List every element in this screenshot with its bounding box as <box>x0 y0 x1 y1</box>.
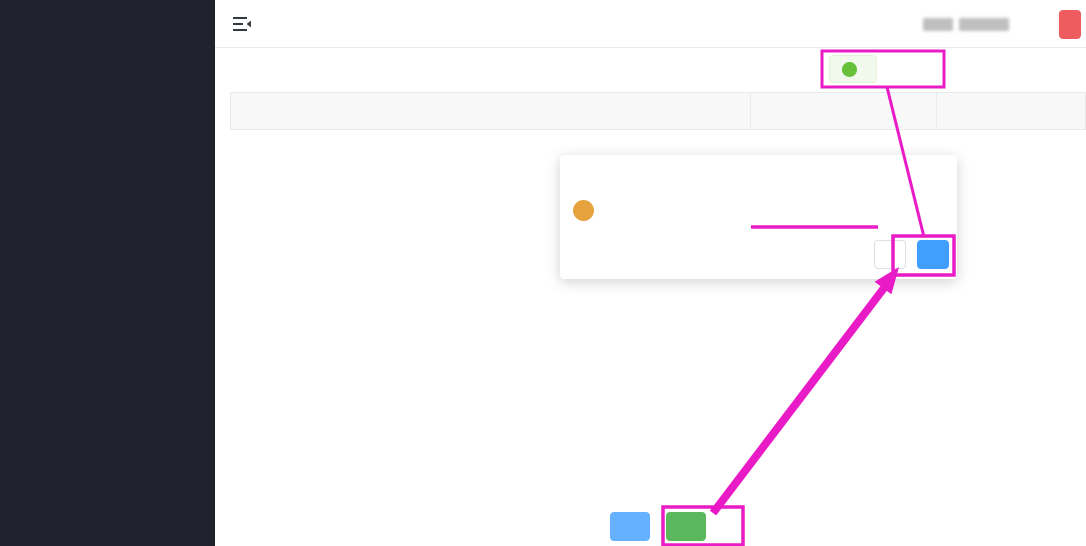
logout-button[interactable] <box>1059 10 1081 39</box>
column-header-select <box>937 93 1086 129</box>
save-button[interactable] <box>610 512 650 541</box>
bottom-actions <box>215 512 1086 541</box>
confirm-dialog <box>560 155 957 279</box>
cancel-button[interactable] <box>874 240 906 269</box>
confirm-button[interactable] <box>917 240 949 269</box>
table-header-row <box>230 93 1086 130</box>
breadcrumb <box>232 61 248 76</box>
check-circle-icon <box>842 62 857 77</box>
user-info <box>920 0 1012 48</box>
sidebar <box>0 0 215 546</box>
submit-button[interactable] <box>666 512 706 541</box>
top-header <box>215 0 1086 48</box>
app-title <box>0 0 215 11</box>
redacted-text <box>923 18 953 31</box>
warning-icon <box>573 200 594 221</box>
column-header-subject <box>230 93 751 129</box>
subject-table <box>230 92 1086 130</box>
app-screen <box>0 0 1086 546</box>
redacted-text <box>959 18 1009 31</box>
main-content <box>215 48 1086 546</box>
column-header-method <box>751 93 937 129</box>
collapse-menu-icon[interactable] <box>232 16 252 32</box>
save-success-toast <box>829 55 877 83</box>
